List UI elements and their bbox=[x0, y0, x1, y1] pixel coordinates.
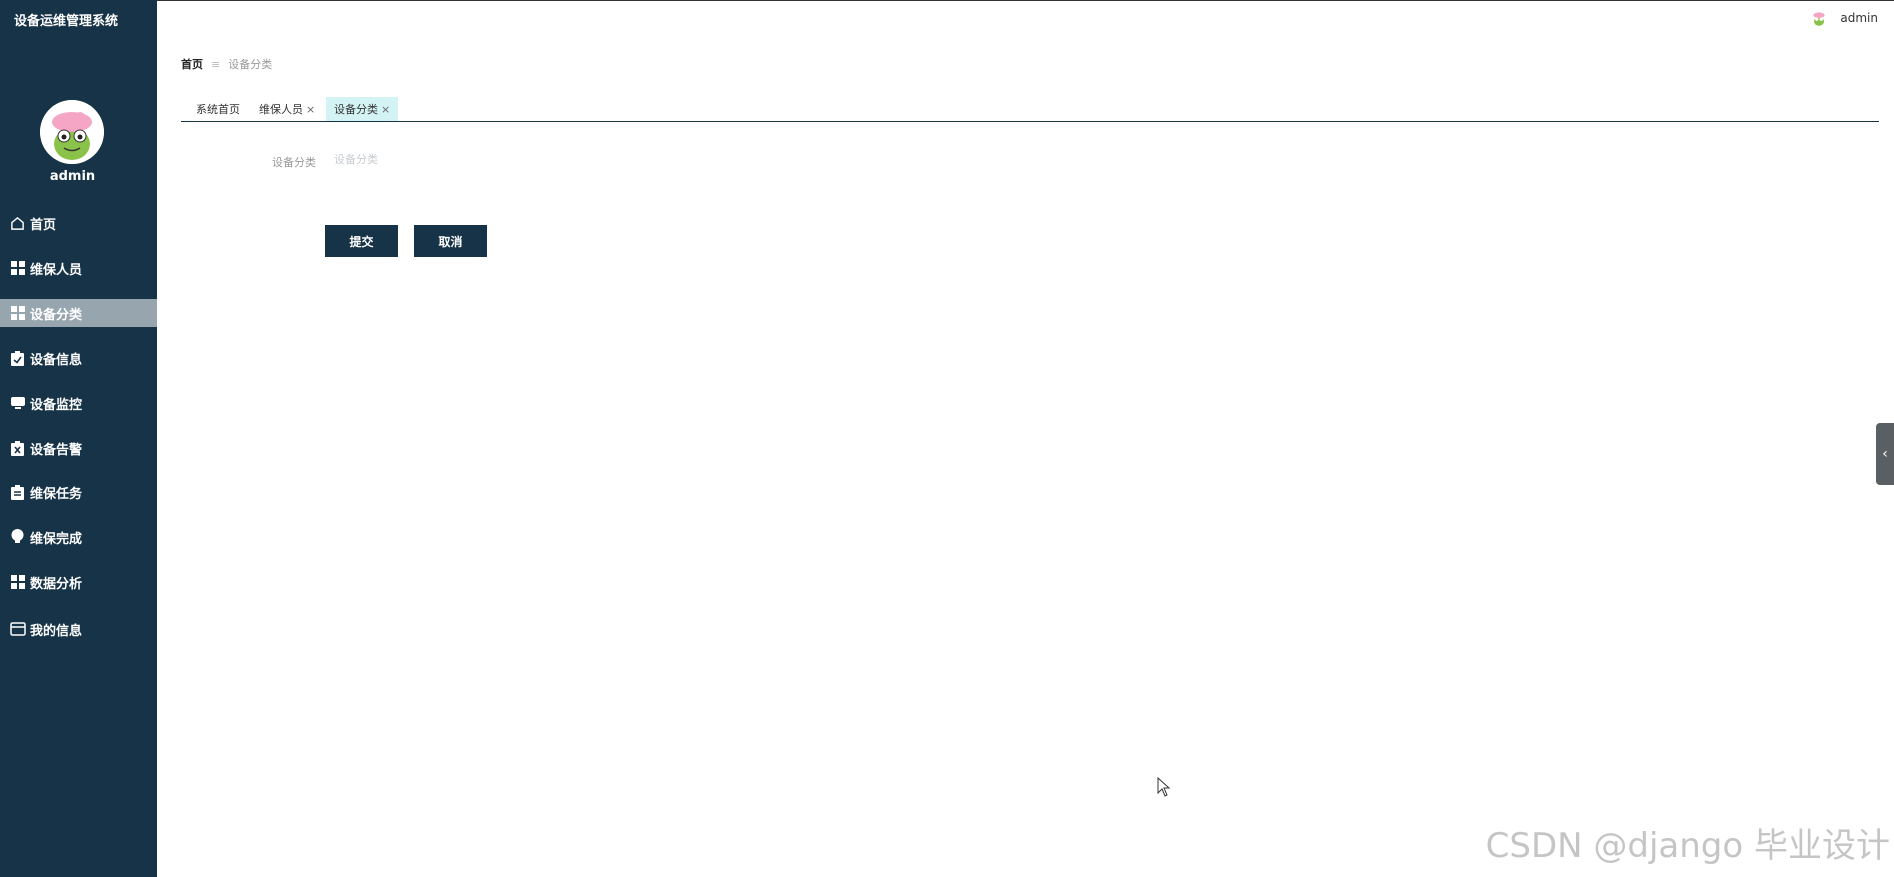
tab-bar: 系统首页 维保人员 × 设备分类 × bbox=[181, 97, 1879, 122]
category-field-label: 设备分类 bbox=[272, 156, 316, 169]
tab-system-home[interactable]: 系统首页 bbox=[188, 97, 248, 121]
sidebar-item-maintenance-done[interactable]: 维保完成 bbox=[0, 523, 157, 551]
app-root: 设备运维管理系统 admin 首页 维保人员 设备分类 设备信息 设备监控 设备… bbox=[0, 0, 1894, 877]
bulb-icon bbox=[9, 529, 26, 546]
sidebar-item-device-category[interactable]: 设备分类 bbox=[0, 299, 157, 327]
monitor-icon bbox=[9, 395, 26, 412]
sidebar-item-device-monitor[interactable]: 设备监控 bbox=[0, 389, 157, 417]
header-user[interactable]: admin bbox=[1810, 9, 1878, 27]
sidebar-item-label: 维保人员 bbox=[30, 262, 83, 278]
side-panel-toggle[interactable]: ‹ bbox=[1876, 423, 1894, 485]
tab-maintenance-staff[interactable]: 维保人员 × bbox=[251, 97, 323, 121]
sidebar-item-label: 设备监控 bbox=[30, 397, 83, 413]
watermark: CSDN @django 毕业设计 bbox=[1485, 826, 1890, 866]
close-icon[interactable]: × bbox=[306, 103, 315, 116]
sidebar-item-label: 首页 bbox=[30, 217, 57, 233]
sidebar-item-data-analysis[interactable]: 数据分析 bbox=[0, 568, 157, 596]
top-bar bbox=[157, 0, 1894, 2]
header-avatar bbox=[1810, 9, 1829, 27]
breadcrumb-current: 设备分类 bbox=[228, 58, 273, 71]
grid-icon bbox=[9, 260, 26, 277]
clipboard-list-icon bbox=[9, 484, 26, 501]
breadcrumb-home[interactable]: 首页 bbox=[181, 56, 203, 72]
sidebar-username: admin bbox=[49, 169, 96, 184]
app-title: 设备运维管理系统 bbox=[14, 14, 119, 29]
tab-label: 设备分类 bbox=[334, 103, 378, 116]
home-icon bbox=[9, 215, 26, 232]
clipboard-check-icon bbox=[9, 350, 26, 367]
sidebar-item-maintenance-staff[interactable]: 维保人员 bbox=[0, 254, 157, 282]
sidebar-item-label: 设备信息 bbox=[30, 352, 83, 368]
submit-button[interactable]: 提交 bbox=[325, 225, 398, 257]
grid-icon bbox=[9, 574, 26, 591]
sidebar: 设备运维管理系统 admin 首页 维保人员 设备分类 设备信息 设备监控 设备… bbox=[0, 0, 157, 877]
tab-device-category[interactable]: 设备分类 × bbox=[326, 97, 399, 121]
sidebar-item-label: 维保任务 bbox=[30, 486, 83, 502]
sidebar-item-device-info[interactable]: 设备信息 bbox=[0, 344, 157, 372]
sidebar-item-maintenance-task[interactable]: 维保任务 bbox=[0, 478, 157, 506]
sidebar-item-label: 我的信息 bbox=[30, 623, 83, 639]
sidebar-item-label: 设备告警 bbox=[30, 442, 83, 458]
sidebar-item-label: 维保完成 bbox=[30, 531, 83, 547]
tab-label: 系统首页 bbox=[196, 103, 240, 116]
breadcrumb: 首页 ≡ 设备分类 bbox=[181, 56, 272, 72]
sidebar-item-my-info[interactable]: 我的信息 bbox=[0, 615, 157, 643]
frog-avatar-icon bbox=[40, 100, 104, 164]
chevron-left-icon: ‹ bbox=[1882, 446, 1888, 462]
sidebar-item-label: 数据分析 bbox=[30, 576, 83, 592]
header-username: admin bbox=[1840, 11, 1878, 25]
cancel-button[interactable]: 取消 bbox=[414, 225, 487, 257]
tab-label: 维保人员 bbox=[259, 103, 303, 116]
frog-avatar-icon bbox=[1810, 9, 1829, 27]
close-icon[interactable]: × bbox=[381, 103, 390, 116]
grid-icon bbox=[9, 305, 26, 322]
card-icon bbox=[9, 621, 26, 638]
breadcrumb-separator-icon: ≡ bbox=[211, 57, 221, 71]
mouse-cursor-icon bbox=[1157, 777, 1171, 797]
avatar[interactable] bbox=[40, 100, 104, 164]
sidebar-item-device-alarm[interactable]: 设备告警 bbox=[0, 434, 157, 462]
clipboard-x-icon bbox=[9, 440, 26, 457]
sidebar-item-label: 设备分类 bbox=[30, 307, 83, 323]
category-input[interactable] bbox=[325, 147, 585, 171]
sidebar-item-home[interactable]: 首页 bbox=[0, 209, 157, 237]
